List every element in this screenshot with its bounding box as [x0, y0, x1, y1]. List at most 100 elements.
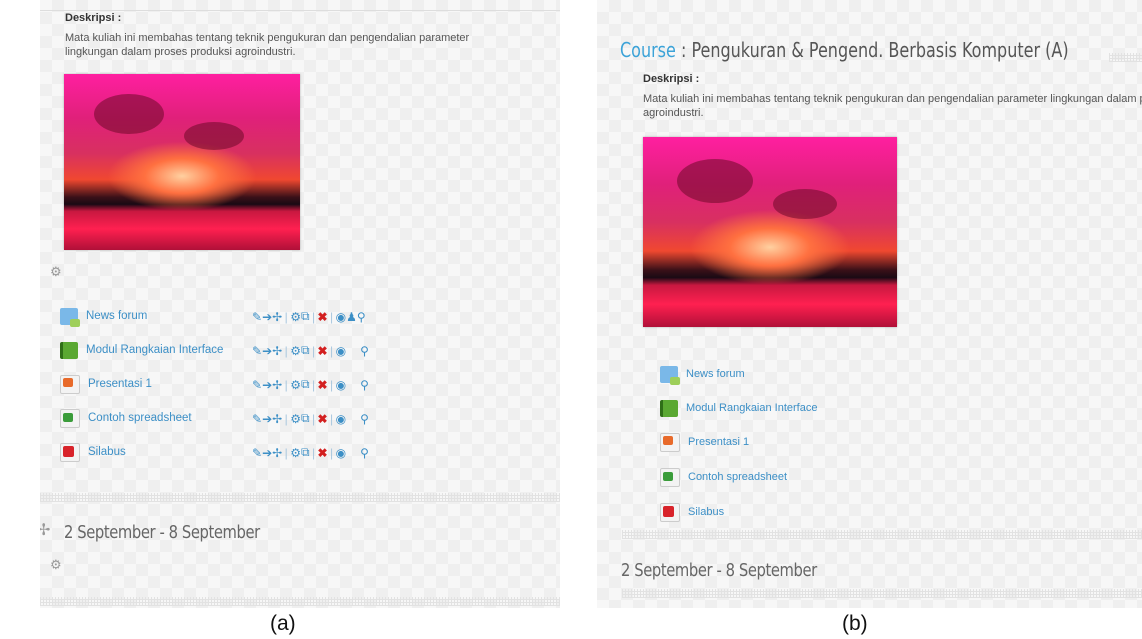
separator: |	[311, 411, 316, 426]
sunset-image	[643, 137, 897, 327]
activity-spreadsheet[interactable]: Contoh spreadsheet	[60, 408, 192, 428]
spreadsheet-icon	[60, 408, 80, 428]
delete-icon[interactable]: ✖	[318, 446, 328, 460]
activity-modul[interactable]: Modul Rangkaian Interface	[60, 341, 223, 359]
indent-arrow-icon[interactable]: ➔	[262, 412, 272, 426]
separator: |	[311, 309, 316, 324]
activity-link[interactable]: Contoh spreadsheet	[688, 471, 787, 483]
separator: |	[284, 343, 288, 358]
activity-link[interactable]: Modul Rangkaian Interface	[686, 402, 817, 414]
pdf-icon	[660, 502, 680, 522]
move-icon[interactable]: ✢	[272, 378, 282, 392]
move-icon[interactable]: ✢	[272, 446, 282, 460]
activity-presentasi[interactable]: Presentasi 1	[660, 432, 749, 452]
activity-link[interactable]: Contoh spreadsheet	[88, 412, 192, 424]
activity-silabus[interactable]: Silabus	[660, 502, 724, 522]
section-settings-gear-icon[interactable]: ⚙	[50, 264, 62, 280]
indent-arrow-icon[interactable]: ➔	[262, 344, 272, 358]
activity-tools: ✎ ➔ ✢ | ⚙ ⧉ | ✖ | ◉ ⚲	[252, 377, 369, 392]
separator: |	[330, 377, 334, 392]
delete-icon[interactable]: ✖	[318, 310, 328, 324]
description-label: Deskripsi :	[65, 12, 122, 24]
activity-link[interactable]: Modul Rangkaian Interface	[86, 344, 223, 356]
section-divider	[622, 589, 1142, 598]
duplicate-icon[interactable]: ⧉	[301, 309, 310, 324]
separator: |	[330, 445, 334, 460]
visibility-eye-icon[interactable]: ◉	[336, 446, 346, 460]
description-text: Mata kuliah ini membahas tentang teknik …	[65, 32, 470, 58]
assign-roles-key-icon[interactable]: ⚲	[360, 412, 369, 426]
visibility-eye-icon[interactable]: ◉	[336, 310, 346, 324]
assign-roles-key-icon[interactable]: ⚲	[360, 446, 369, 460]
visibility-eye-icon[interactable]: ◉	[336, 378, 346, 392]
title-divider	[1109, 53, 1142, 62]
update-gear-icon[interactable]: ⚙	[290, 412, 301, 426]
activity-news-forum[interactable]: News forum	[660, 365, 745, 385]
course-keyword: Course	[620, 38, 676, 62]
course-title: Course : Pengukuran & Pengend. Berbasis …	[620, 38, 1069, 62]
activity-link[interactable]: Presentasi 1	[88, 378, 152, 390]
panel-editing-view: Deskripsi : Mata kuliah ini membahas ten…	[40, 0, 560, 608]
edit-pencil-icon[interactable]: ✎	[252, 378, 262, 392]
activity-link[interactable]: News forum	[686, 368, 745, 380]
duplicate-icon[interactable]: ⧉	[301, 377, 310, 392]
activity-link[interactable]: Presentasi 1	[688, 436, 749, 448]
edit-pencil-icon[interactable]: ✎	[252, 446, 262, 460]
caption-b: (b)	[842, 612, 868, 635]
activity-link[interactable]: News forum	[86, 310, 147, 322]
activity-silabus[interactable]: Silabus	[60, 442, 126, 462]
activity-presentasi[interactable]: Presentasi 1	[60, 374, 152, 394]
separator: |	[311, 445, 316, 460]
course-separator: :	[680, 38, 687, 62]
separator: |	[284, 309, 288, 324]
spreadsheet-icon	[660, 467, 680, 487]
update-gear-icon[interactable]: ⚙	[290, 446, 301, 460]
assign-roles-key-icon[interactable]: ⚲	[360, 344, 369, 358]
activity-link[interactable]: Silabus	[688, 506, 724, 518]
edit-pencil-icon[interactable]: ✎	[252, 412, 262, 426]
separator: |	[311, 343, 316, 358]
activity-modul[interactable]: Modul Rangkaian Interface	[660, 399, 817, 417]
delete-icon[interactable]: ✖	[318, 378, 328, 392]
edit-pencil-icon[interactable]: ✎	[252, 310, 262, 324]
book-icon	[60, 341, 78, 359]
divider	[40, 10, 560, 11]
section-move-icon[interactable]: ✢	[40, 520, 50, 540]
delete-icon[interactable]: ✖	[318, 344, 328, 358]
visibility-eye-icon[interactable]: ◉	[336, 344, 346, 358]
sunset-image	[64, 74, 300, 250]
duplicate-icon[interactable]: ⧉	[301, 343, 310, 358]
delete-icon[interactable]: ✖	[318, 412, 328, 426]
activity-tools: ✎ ➔ ✢ | ⚙ ⧉ | ✖ | ◉ ♟ ⚲	[252, 309, 366, 324]
activity-news-forum[interactable]: News forum	[60, 307, 147, 327]
update-gear-icon[interactable]: ⚙	[290, 310, 301, 324]
section-settings-gear-icon[interactable]: ⚙	[50, 557, 62, 573]
separator: |	[284, 377, 288, 392]
activity-spreadsheet[interactable]: Contoh spreadsheet	[660, 467, 787, 487]
separator: |	[284, 445, 288, 460]
caption-a: (a)	[270, 612, 296, 635]
move-icon[interactable]: ✢	[272, 412, 282, 426]
visibility-eye-icon[interactable]: ◉	[336, 412, 346, 426]
activity-link[interactable]: Silabus	[88, 446, 126, 458]
move-icon[interactable]: ✢	[272, 310, 282, 324]
activity-tools: ✎ ➔ ✢ | ⚙ ⧉ | ✖ | ◉ ⚲	[252, 411, 369, 426]
move-icon[interactable]: ✢	[272, 344, 282, 358]
week-title: 2 September - 8 September	[621, 560, 817, 581]
duplicate-icon[interactable]: ⧉	[301, 445, 310, 460]
update-gear-icon[interactable]: ⚙	[290, 344, 301, 358]
group-mode-user-icon[interactable]: ♟	[346, 310, 357, 324]
indent-arrow-icon[interactable]: ➔	[262, 446, 272, 460]
assign-roles-key-icon[interactable]: ⚲	[360, 378, 369, 392]
edit-pencil-icon[interactable]: ✎	[252, 344, 262, 358]
assign-roles-key-icon[interactable]: ⚲	[357, 310, 366, 324]
update-gear-icon[interactable]: ⚙	[290, 378, 301, 392]
duplicate-icon[interactable]: ⧉	[301, 411, 310, 426]
activity-tools: ✎ ➔ ✢ | ⚙ ⧉ | ✖ | ◉ ⚲	[252, 343, 369, 358]
panel-student-view: Course : Pengukuran & Pengend. Berbasis …	[597, 0, 1142, 608]
separator: |	[330, 309, 334, 324]
indent-arrow-icon[interactable]: ➔	[262, 378, 272, 392]
indent-arrow-icon[interactable]: ➔	[262, 310, 272, 324]
description-label: Deskripsi :	[643, 73, 700, 85]
book-icon	[660, 399, 678, 417]
